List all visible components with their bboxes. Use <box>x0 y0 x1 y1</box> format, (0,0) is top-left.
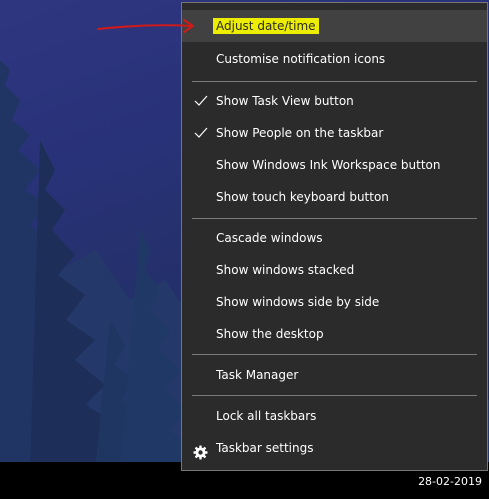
menu-item-show-touch-keyboard-button[interactable]: Show touch keyboard button <box>182 181 487 213</box>
menu-item-show-people-on-taskbar[interactable]: Show People on the taskbar <box>182 117 487 149</box>
menu-item-label: Taskbar settings <box>216 441 314 455</box>
menu-item-show-the-desktop[interactable]: Show the desktop <box>182 318 487 350</box>
menu-separator <box>192 81 477 82</box>
menu-item-show-windows-ink-workspace-button[interactable]: Show Windows Ink Workspace button <box>182 149 487 181</box>
menu-item-customise-notification-icons[interactable]: Customise notification icons <box>182 43 487 75</box>
red-arrow-annotation <box>97 19 194 33</box>
menu-item-taskbar-settings[interactable]: Taskbar settings <box>182 432 487 464</box>
menu-item-label: Task Manager <box>216 368 299 382</box>
menu-item-cascade-windows[interactable]: Cascade windows <box>182 222 487 254</box>
menu-item-label: Show windows side by side <box>216 295 380 309</box>
menu-separator <box>192 218 477 219</box>
gear-icon <box>193 440 208 460</box>
menu-item-lock-all-taskbars[interactable]: Lock all taskbars <box>182 400 487 432</box>
menu-item-label: Show touch keyboard button <box>216 190 389 204</box>
menu-item-task-manager[interactable]: Task Manager <box>182 359 487 391</box>
menu-item-label: Show Windows Ink Workspace button <box>216 158 441 172</box>
clock-date: 28-02-2019 <box>418 475 482 488</box>
menu-separator <box>192 354 477 355</box>
menu-item-label: Customise notification icons <box>216 52 386 66</box>
menu-item-label: Show Task View button <box>216 94 354 108</box>
menu-item-label: Cascade windows <box>216 231 323 245</box>
menu-item-label: Adjust date/time <box>213 18 319 34</box>
menu-item-show-windows-side-by-side[interactable]: Show windows side by side <box>182 286 487 318</box>
menu-item-label: Lock all taskbars <box>216 409 317 423</box>
menu-item-show-task-view-button[interactable]: Show Task View button <box>182 85 487 117</box>
menu-item-adjust-date-time[interactable]: Adjust date/time <box>182 10 487 42</box>
menu-item-label: Show the desktop <box>216 327 324 341</box>
menu-item-label: Show windows stacked <box>216 263 355 277</box>
menu-item-show-windows-stacked[interactable]: Show windows stacked <box>182 254 487 286</box>
menu-separator <box>192 395 477 396</box>
menu-item-label: Show People on the taskbar <box>216 126 384 140</box>
taskbar-context-menu: Adjust date/time Customise notification … <box>181 2 488 471</box>
checkmark-icon <box>193 85 209 117</box>
checkmark-icon <box>193 117 209 149</box>
